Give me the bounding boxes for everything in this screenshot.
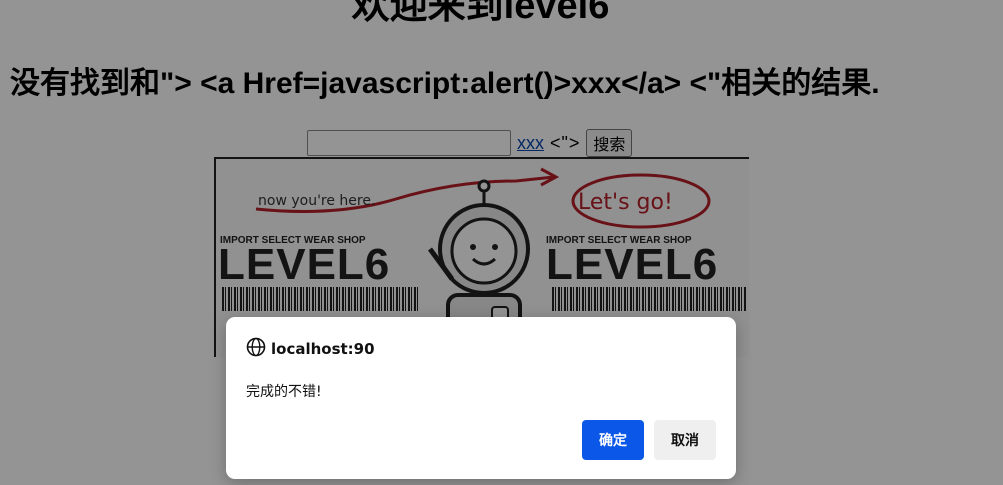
ok-button[interactable]: 确定: [582, 420, 644, 460]
alert-dialog: localhost:90 完成的不错! 确定 取消: [226, 317, 736, 479]
dialog-origin-label: localhost:90: [271, 340, 375, 358]
cancel-button[interactable]: 取消: [654, 420, 716, 460]
dialog-origin: localhost:90: [246, 337, 375, 361]
globe-icon: [246, 337, 266, 361]
dialog-message: 完成的不错!: [246, 384, 322, 400]
